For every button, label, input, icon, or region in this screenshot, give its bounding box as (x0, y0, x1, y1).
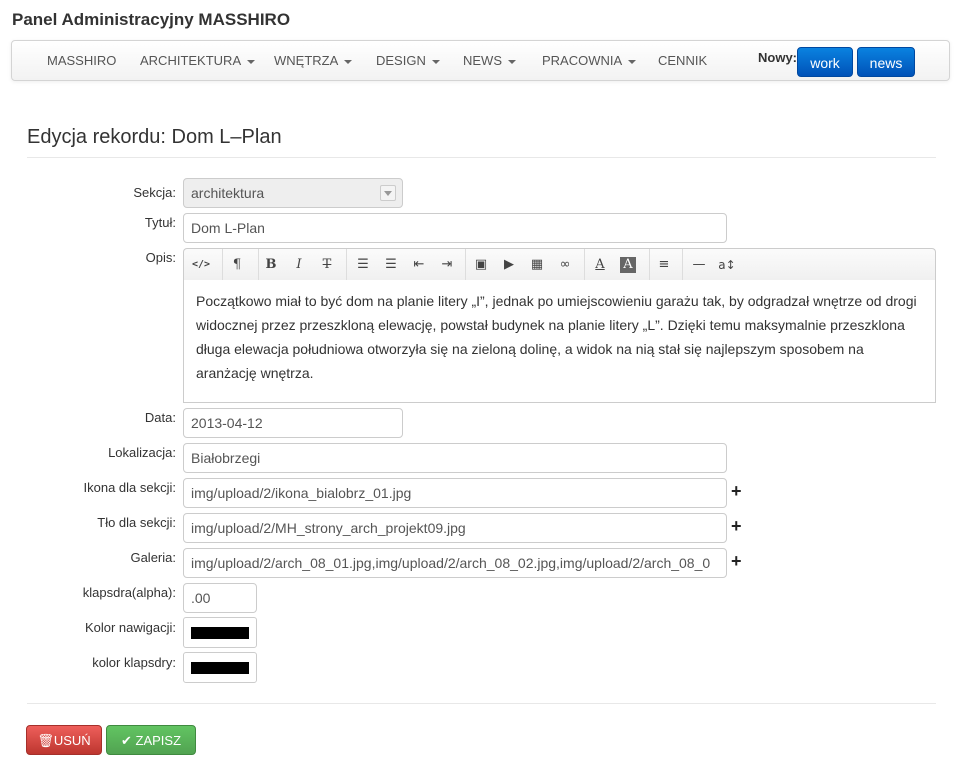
data-label: Data: (144, 410, 176, 425)
galeria-label: Galeria: (130, 550, 176, 565)
indent-icon[interactable]: ⇥ (436, 255, 458, 275)
nav-item-news[interactable]: NEWS (463, 53, 516, 68)
toolbar-separator (682, 249, 683, 280)
delete-label: USUŃ (53, 733, 91, 748)
chevron-down-icon (380, 185, 396, 201)
tlo-label: Tło dla sekcji: (97, 515, 176, 530)
background-color-icon[interactable]: A (620, 257, 636, 273)
unordered-list-icon[interactable]: ☰ (352, 255, 374, 275)
nav-item-architektura[interactable]: ARCHITEKTURA (140, 53, 256, 68)
new-news-button[interactable]: news (857, 47, 915, 77)
font-size-icon[interactable]: a↕ (716, 255, 738, 275)
caret-down-icon (431, 59, 440, 64)
nav-item-design[interactable]: DESIGN (376, 53, 440, 68)
sekcja-label: Sekcja: (133, 185, 176, 200)
date-input[interactable]: 2013-04-12 (183, 408, 403, 438)
nav-label: NEWS (463, 53, 502, 68)
kolor-klapsdry-label: kolor klapsdry: (92, 655, 176, 670)
date-value: 2013-04-12 (191, 415, 263, 431)
add-ikona-plus-icon[interactable]: + (731, 482, 742, 500)
paragraph-icon[interactable]: ¶ (226, 255, 248, 275)
strikethrough-icon[interactable]: T (316, 255, 338, 275)
nav-item-wnetrza[interactable]: WNĘTRZA (274, 53, 353, 68)
page-title: Edycja rekordu: Dom L–Plan (27, 126, 282, 148)
outdent-icon[interactable]: ⇤ (408, 255, 430, 275)
color-swatch-fill (191, 627, 249, 639)
main-navbar: MASSHIRO ARCHITEKTURA WNĘTRZA DESIGN NEW… (11, 40, 950, 81)
nav-label: PRACOWNIA (542, 53, 623, 68)
caret-down-icon (344, 59, 353, 64)
bold-icon[interactable]: B (260, 255, 282, 275)
nav-label: WNĘTRZA (274, 53, 339, 68)
alpha-input[interactable]: .00 (183, 583, 257, 613)
nav-label: ARCHITEKTURA (140, 53, 242, 68)
alpha-label: klapsdra(alpha): (82, 585, 176, 600)
color-swatch-fill (191, 662, 249, 674)
sekcja-value: architektura (191, 185, 265, 201)
caret-down-icon (508, 59, 516, 64)
new-label: Nowy: (758, 50, 797, 65)
code-view-icon[interactable]: </> (190, 255, 212, 275)
nav-item-pracownia[interactable]: PRACOWNIA (542, 53, 637, 68)
link-icon[interactable]: ∞ (554, 255, 576, 275)
toolbar-separator (222, 249, 223, 280)
new-work-button[interactable]: work (797, 47, 853, 77)
nav-label: MASSHIRO (47, 53, 117, 68)
divider (27, 703, 936, 704)
check-icon: ✔ (120, 733, 136, 748)
tlo-input[interactable]: img/upload/2/MH_strony_arch_projekt09.jp… (183, 513, 727, 543)
save-label: ZAPISZ (135, 733, 182, 748)
editor-toolbar: </> ¶ B I T ☰ ☰ ⇤ ⇥ ▣ ▶ ▦ ∞ A A ≡ — a↕ (183, 248, 936, 281)
toolbar-separator (346, 249, 347, 280)
opis-editor[interactable]: Początkowo miał to być dom na planie lit… (183, 280, 936, 403)
nav-label: DESIGN (376, 53, 426, 68)
add-galeria-plus-icon[interactable]: + (731, 552, 742, 570)
toolbar-separator (465, 249, 466, 280)
caret-down-icon (628, 59, 637, 64)
delete-button[interactable]: 🗑USUŃ (26, 725, 102, 755)
video-icon[interactable]: ▶ (498, 255, 520, 275)
tytul-label: Tytuł: (144, 215, 176, 230)
horizontal-rule-icon[interactable]: — (688, 255, 710, 275)
lokalizacja-label: Lokalizacja: (108, 445, 176, 460)
app-title: Panel Administracyjny MASSHIRO (12, 10, 291, 29)
nav-item-masshiro[interactable]: MASSHIRO (47, 53, 116, 68)
sekcja-select[interactable]: architektura (183, 178, 403, 208)
image-icon[interactable]: ▣ (470, 255, 492, 275)
ikona-input[interactable]: img/upload/2/ikona_bialobrz_01.jpg (183, 478, 727, 508)
ordered-list-icon[interactable]: ☰ (380, 255, 402, 275)
tytul-input[interactable]: Dom L-Plan (183, 213, 727, 243)
italic-icon[interactable]: I (288, 255, 310, 275)
toolbar-separator (584, 249, 585, 280)
galeria-input[interactable]: img/upload/2/arch_08_01.jpg,img/upload/2… (183, 548, 727, 578)
caret-down-icon (247, 59, 256, 64)
table-icon[interactable]: ▦ (526, 255, 548, 275)
divider (27, 157, 936, 158)
trash-icon: 🗑 (37, 733, 54, 748)
align-icon[interactable]: ≡ (653, 255, 675, 275)
font-color-icon[interactable]: A (589, 255, 611, 275)
save-button[interactable]: ✔ ZAPISZ (106, 725, 196, 755)
lokalizacja-input[interactable]: Białobrzegi (183, 443, 727, 473)
nav-item-cennik[interactable]: CENNIK (658, 53, 707, 68)
toolbar-separator (258, 249, 259, 280)
kolor-nawigacji-picker[interactable] (183, 617, 257, 648)
ikona-label: Ikona dla sekcji: (83, 480, 177, 495)
kolor-klapsdry-picker[interactable] (183, 652, 257, 683)
nav-label: CENNIK (658, 53, 708, 68)
opis-label: Opis: (145, 250, 176, 265)
add-tlo-plus-icon[interactable]: + (731, 517, 742, 535)
toolbar-separator (649, 249, 650, 280)
kolor-nawigacji-label: Kolor nawigacji: (84, 620, 176, 635)
